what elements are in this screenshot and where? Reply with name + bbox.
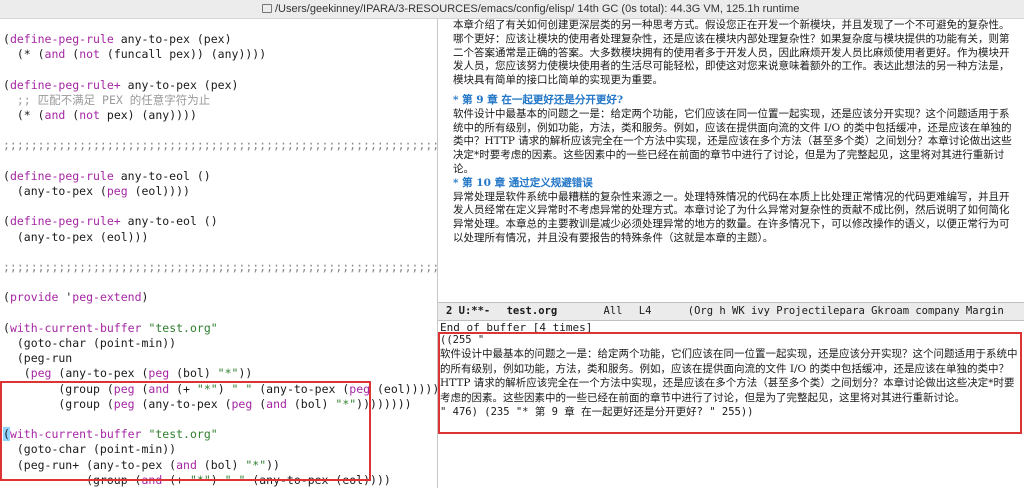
code-comment: ;; 匹配不满足 PEX 的任意字符为止 [16,92,211,107]
folder-icon [262,4,272,13]
modeline-buffer-name[interactable]: test.org [507,305,558,317]
highlight-box-code [0,381,371,481]
intro-paragraph: 本章介绍了有关如何创建更深层类的另一种思考方式。假设您正在开发一个新模块，并且发… [453,19,1010,87]
org-pane[interactable]: 本章介绍了有关如何创建更深层类的另一种思考方式。假设您正在开发一个新模块，并且发… [438,19,1024,488]
mode-line[interactable]: 2 U:**- test.org All L4 (Org h WK ivy Pr… [438,302,1024,321]
chapter-10-heading[interactable]: * 第 10 章 通过定义规避错误 [453,177,1018,191]
title-text: /Users/geekinney/IPARA/3-RESOURCES/emacs… [262,3,799,15]
code-pane[interactable]: (define-peg-rule any-to-pex (pex) (* (an… [0,19,437,488]
chapter-10-paragraph: 异常处理是软件系统中最糟糕的复杂性来源之一。处理特殊情况的代码在本质上比处理正常… [453,190,1010,244]
modeline-line: L4 [638,305,652,317]
separator-line: ;;;;;;;;;;;;;;;;;;;;;;;;;;;;;;;;;;;;;;;;… [3,260,437,275]
chapter-9-heading[interactable]: * 第 9 章 在一起更好还是分开更好? [453,94,1018,108]
org-document[interactable]: 本章介绍了有关如何创建更深层类的另一种思考方式。假设您正在开发一个新模块，并且发… [453,19,1018,246]
modeline-position: All [603,305,623,317]
title-bar: /Users/geekinney/IPARA/3-RESOURCES/emacs… [0,0,1024,19]
title-label: /Users/geekinney/IPARA/3-RESOURCES/emacs… [275,3,800,15]
highlight-box-result [438,332,1022,434]
modeline-modes[interactable]: (Org h WK ivy Projectilepara Gkroam comp… [688,305,1004,317]
modeline-status: 2 U:**- [446,305,491,317]
chapter-9-paragraph: 软件设计中最基本的问题之一是：给定两个功能，它们应该在同一位置一起实现，还是应该… [453,107,1012,175]
separator-line: ;;;;;;;;;;;;;;;;;;;;;;;;;;;;;;;;;;;;;;;;… [3,138,437,153]
